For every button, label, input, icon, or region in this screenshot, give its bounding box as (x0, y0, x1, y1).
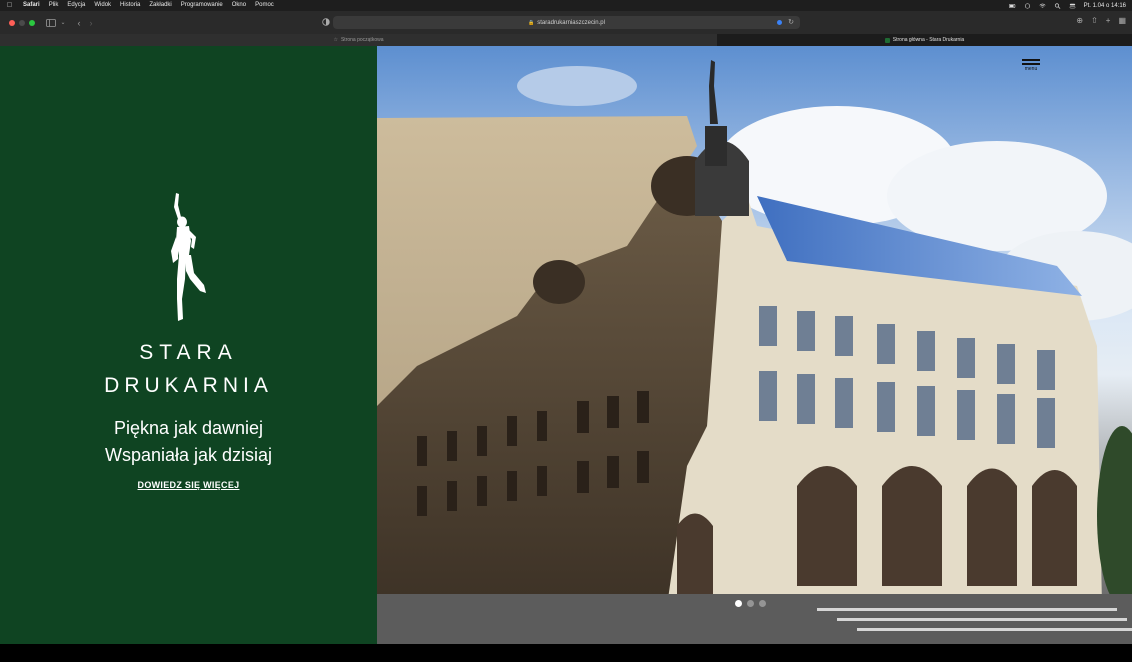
tab-start-page[interactable]: ☆ Strona początkowa (0, 34, 717, 46)
zoom-window-button[interactable] (29, 19, 35, 26)
reload-icon[interactable]: ↻ (788, 18, 794, 26)
new-tab-icon[interactable]: + (1106, 16, 1111, 25)
hamburger-icon-bar (1022, 63, 1040, 65)
learn-more-link[interactable]: DOWIEDZ SIĘ WIĘCEJ (138, 480, 240, 490)
tree (1097, 426, 1132, 606)
tagline-line1: Piękna jak dawniej (113, 418, 264, 438)
hero-building-image (377, 60, 1132, 644)
lock-icon: 🔒 (528, 19, 535, 26)
close-window-button[interactable] (9, 19, 15, 26)
wifi-icon[interactable] (1039, 3, 1046, 9)
status-area: Pt. 1.04 o 14:16 (1008, 2, 1126, 9)
control-center-icon[interactable] (1069, 3, 1076, 9)
slide-dot-2[interactable] (747, 600, 754, 607)
window-controls (9, 19, 35, 26)
tab-label: Strona główna - Stara Drukarnia (892, 37, 965, 43)
statue-top (709, 60, 718, 124)
address-bar[interactable]: 🔒 staradrukarniaszczecin.pl ↻ (333, 16, 800, 29)
dome-tower (705, 126, 727, 166)
hermes-logo-icon (171, 193, 206, 321)
slide-dot-1[interactable] (735, 600, 742, 607)
star-icon: ☆ (333, 37, 338, 43)
menu-programowanie[interactable]: Programowanie (181, 0, 223, 11)
back-icon[interactable]: ‹ (73, 17, 85, 29)
favicon-icon (884, 37, 890, 43)
old-dome-small (533, 260, 585, 304)
brand-panel: STARA DRUKARNIA Piękna jak dawniej Wspan… (0, 46, 377, 644)
slide-dot-3[interactable] (759, 600, 766, 607)
privacy-shield-icon[interactable] (320, 16, 332, 28)
minimize-window-button[interactable] (19, 19, 25, 26)
tab-overview-icon[interactable]: ▦ (1118, 16, 1126, 25)
bottom-bar (0, 644, 1132, 662)
menu-plik[interactable]: Plik (49, 0, 59, 11)
learn-more-wrapper: DOWIEDZ SIĘ WIĘCEJ (0, 480, 377, 490)
toolbar-right: ⊕ ⇧ + ▦ (1076, 16, 1126, 25)
menu-historia[interactable]: Historia (120, 0, 140, 11)
menu-zakladki[interactable]: Zakładki (149, 0, 171, 11)
brand-name-line1: STARA (139, 341, 238, 364)
forward-icon[interactable]: › (85, 17, 97, 29)
menu-label: menu (1024, 66, 1038, 72)
apple-icon[interactable]:  (6, 2, 13, 9)
macos-menubar:  Safari Plik Edycja Widok Historia Zakł… (0, 0, 1132, 11)
clock[interactable]: Pt. 1.04 o 14:16 (1084, 3, 1126, 9)
extension-icon[interactable] (777, 20, 782, 25)
brand-name-line2: DRUKARNIA (104, 374, 273, 397)
hamburger-icon (1022, 59, 1040, 61)
menu-pomoc[interactable]: Pomoc (255, 0, 274, 11)
share-icon[interactable]: ⇧ (1091, 16, 1098, 25)
tagline-line2: Wspaniała jak dzisiaj (104, 445, 273, 465)
focus-icon[interactable] (1024, 2, 1031, 9)
downloads-icon[interactable]: ⊕ (1076, 16, 1083, 25)
tab-stara-drukarnia[interactable]: Strona główna - Stara Drukarnia (717, 34, 1132, 46)
menu-okno[interactable]: Okno (232, 0, 246, 11)
tab-bar: ☆ Strona początkowa Strona główna - Star… (0, 34, 1132, 46)
url-text: staradrukarniaszczecin.pl (537, 19, 605, 26)
battery-icon[interactable] (1008, 3, 1016, 9)
cloud (517, 66, 637, 106)
menu-app[interactable]: Safari (23, 0, 40, 11)
search-icon[interactable] (1054, 2, 1061, 9)
sidebar-toggle-icon[interactable] (45, 17, 57, 29)
menu-edycja[interactable]: Edycja (67, 0, 85, 11)
menu-button[interactable]: menu (1022, 59, 1042, 75)
chevron-down-icon[interactable]: ⌄ (57, 17, 69, 29)
browser-toolbar: ⌄ ‹ › 🔒 staradrukarniaszczecin.pl ↻ ⊕ ⇧ … (0, 11, 1132, 34)
menu-widok[interactable]: Widok (94, 0, 111, 11)
tab-label: Strona początkowa (340, 37, 384, 43)
slider-pagination (735, 600, 766, 607)
hero-slider[interactable]: menu (377, 46, 1132, 644)
